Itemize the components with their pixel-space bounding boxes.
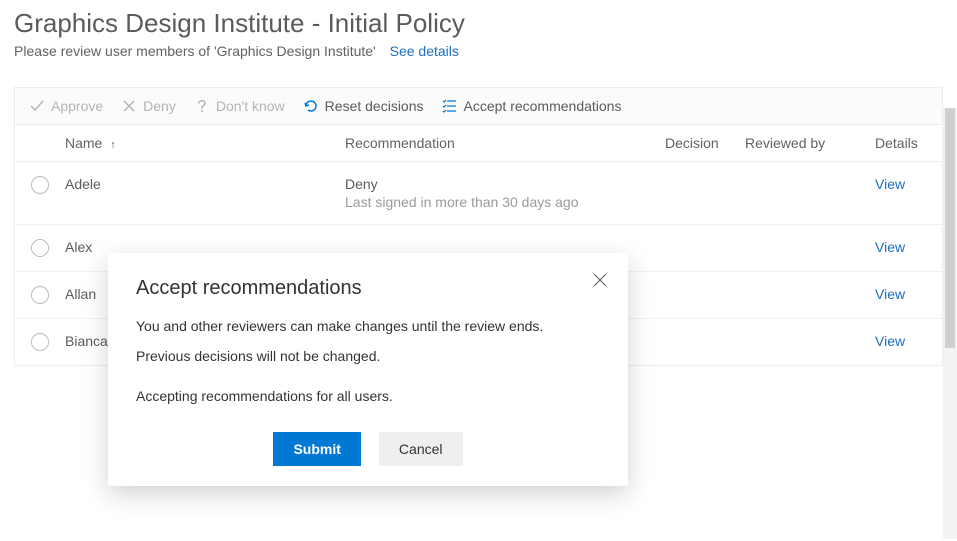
see-details-link[interactable]: See details [390,43,459,59]
accept-rec-label: Accept recommendations [464,98,622,114]
dont-know-label: Don't know [216,98,285,114]
view-details-link[interactable]: View [875,286,905,302]
radio-circle-icon [31,333,49,351]
subtitle-text: Please review user members of 'Graphics … [14,43,376,59]
approve-button[interactable]: Approve [29,98,103,114]
col-recommendation[interactable]: Recommendation [345,135,665,151]
row-select-radio[interactable] [15,286,65,304]
view-details-link[interactable]: View [875,176,905,192]
col-reviewed-by[interactable]: Reviewed by [745,135,875,151]
checkmark-icon [29,98,45,114]
reset-decisions-button[interactable]: Reset decisions [303,98,424,114]
scrollbar[interactable] [943,108,957,539]
dialog-title: Accept recommendations [136,277,600,300]
col-name-label: Name [65,135,102,151]
submit-button[interactable]: Submit [273,432,360,466]
question-icon [194,98,210,114]
deny-label: Deny [143,98,176,114]
radio-circle-icon [31,176,49,194]
col-decision[interactable]: Decision [665,135,745,151]
list-check-icon [442,98,458,114]
dialog-line1: You and other reviewers can make changes… [136,318,600,334]
row-select-radio[interactable] [15,176,65,194]
page-title: Graphics Design Institute - Initial Poli… [0,0,957,43]
view-details-link[interactable]: View [875,239,905,255]
col-name[interactable]: Name ↑ [65,135,345,151]
reset-label: Reset decisions [325,98,424,114]
dialog-line3: Accepting recommendations for all users. [136,388,600,404]
dialog-body: You and other reviewers can make changes… [136,318,600,404]
dialog-buttons: Submit Cancel [136,432,600,466]
dialog-close-button[interactable] [590,271,610,291]
sort-asc-icon: ↑ [110,139,116,151]
reset-icon [303,98,319,114]
radio-circle-icon [31,239,49,257]
radio-circle-icon [31,286,49,304]
close-icon [593,273,607,290]
approve-label: Approve [51,98,103,114]
cell-recommendation: DenyLast signed in more than 30 days ago [345,176,665,210]
cancel-button[interactable]: Cancel [379,432,463,466]
dialog-line2: Previous decisions will not be changed. [136,348,600,364]
dont-know-button[interactable]: Don't know [194,98,285,114]
table-row: AdeleDenyLast signed in more than 30 day… [15,162,942,225]
x-icon [121,98,137,114]
cell-name: Adele [65,176,345,192]
accept-recommendations-button[interactable]: Accept recommendations [442,98,622,114]
table-header: Name ↑ Recommendation Decision Reviewed … [15,125,942,162]
row-select-radio[interactable] [15,333,65,351]
row-select-radio[interactable] [15,239,65,257]
deny-button[interactable]: Deny [121,98,176,114]
view-details-link[interactable]: View [875,333,905,349]
col-details: Details [875,135,935,151]
page-subtitle: Please review user members of 'Graphics … [0,43,957,87]
scrollbar-thumb[interactable] [945,108,955,348]
toolbar: Approve Deny Don't know Reset decisions … [15,88,942,125]
accept-recommendations-dialog: Accept recommendations You and other rev… [108,253,628,486]
